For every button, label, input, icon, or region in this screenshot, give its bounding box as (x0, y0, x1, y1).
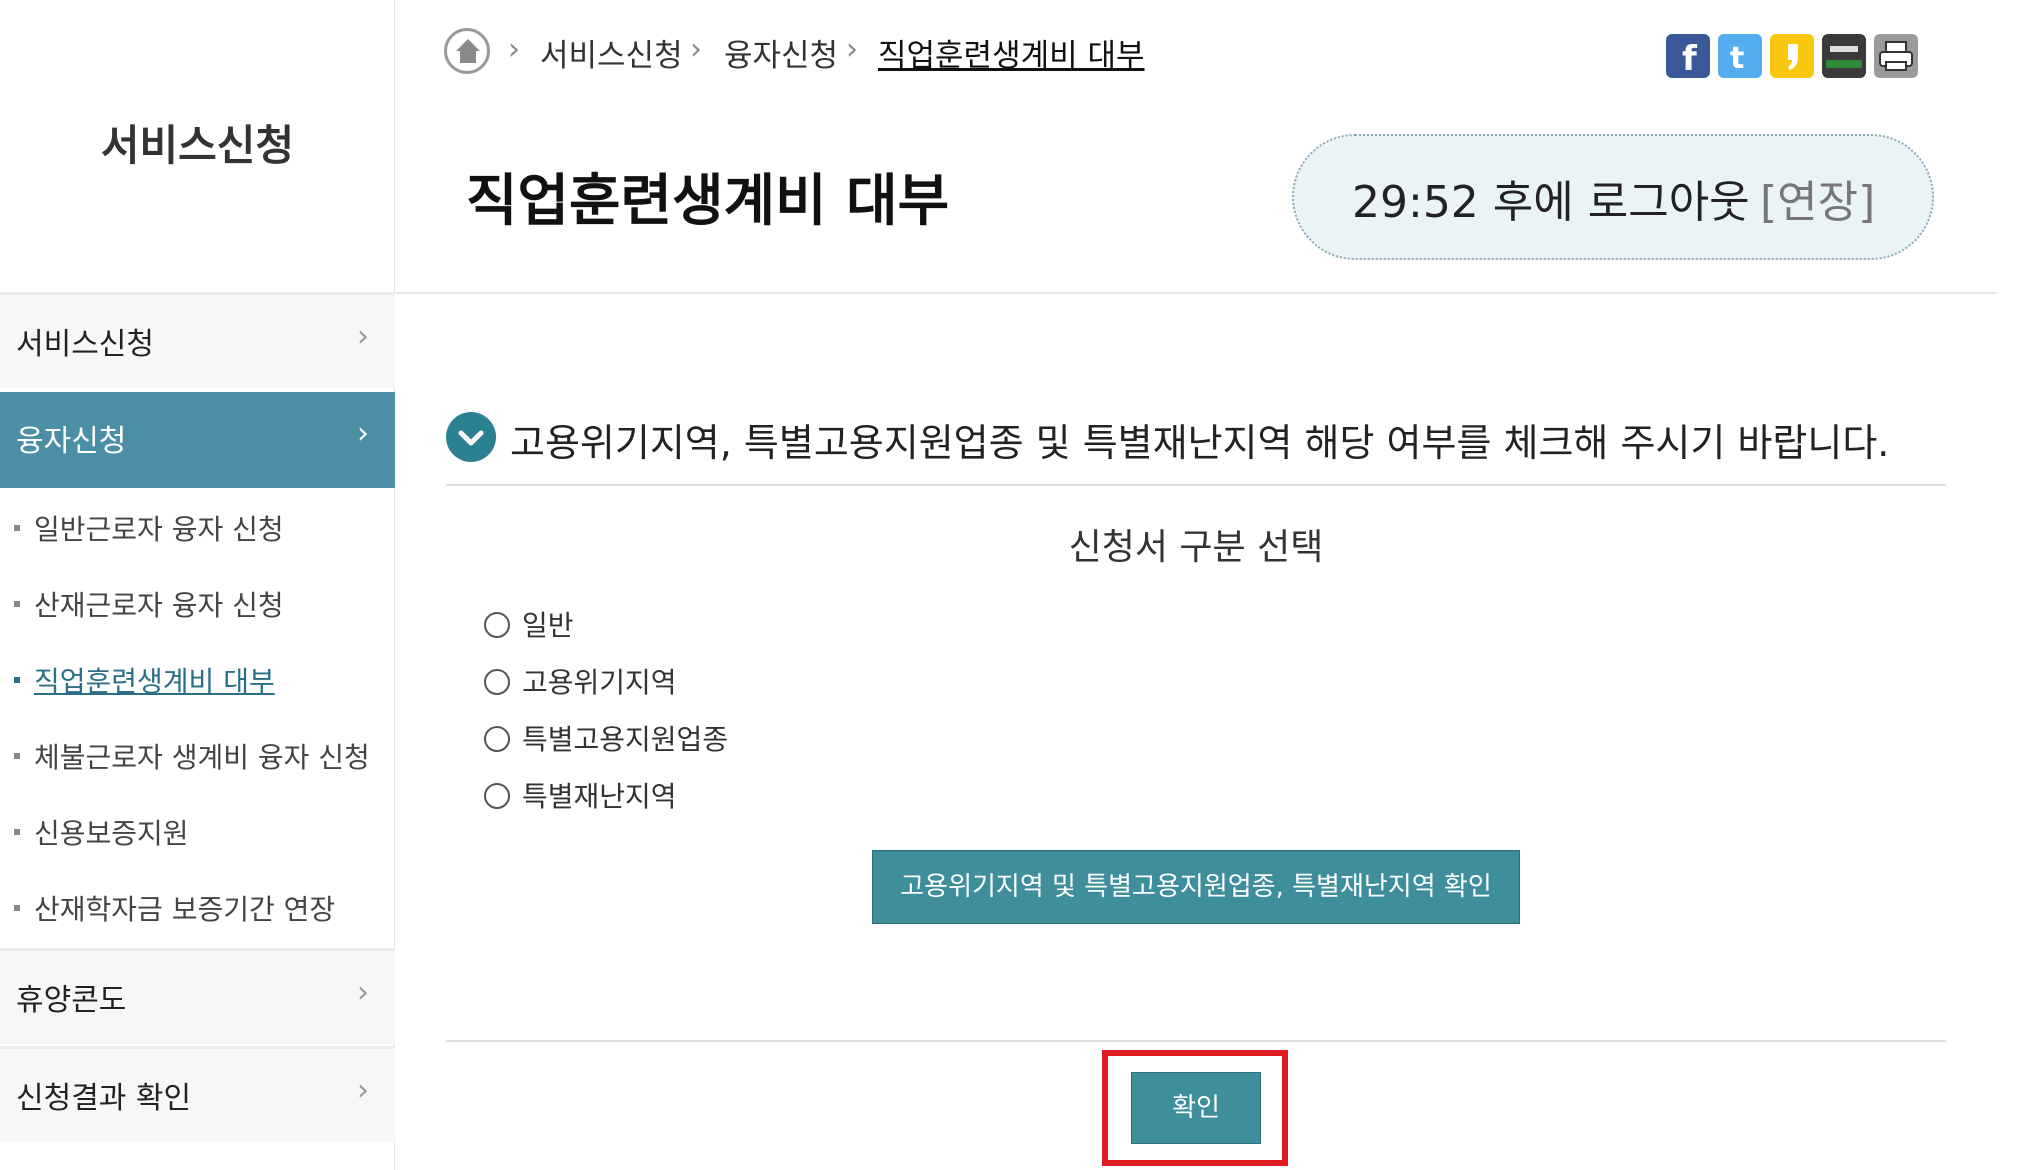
radio-option-special-disaster-area[interactable]: 특별재난지역 (484, 775, 677, 815)
bullet-icon (14, 905, 20, 911)
chevron-right-icon: › (357, 319, 369, 354)
notice-text: 고용위기지역, 특별고용지원업종 및 특별재난지역 해당 여부를 체크해 주시기… (510, 421, 1890, 465)
footer-divider (446, 1040, 1946, 1042)
radio-option-special-employment-industry[interactable]: 특별고용지원업종 (484, 718, 728, 758)
sidebar-item-label: 신청결과 확인 (16, 1081, 192, 1116)
radio-label: 고용위기지역 (522, 666, 677, 699)
radio-circle-icon[interactable] (484, 783, 510, 809)
breadcrumb-current: 직업훈련생계비 대부 (878, 38, 1145, 74)
breadcrumb-separator: › (508, 32, 520, 67)
sidebar-subitem-label: 일반근로자 융자 신청 (34, 513, 284, 546)
sidebar-subitem-tuition-guarantee-extension[interactable]: 산재학자금 보증기간 연장 (14, 888, 335, 928)
sidebar-subitem-label: 산재학자금 보증기간 연장 (34, 893, 336, 926)
bullet-icon (14, 829, 20, 835)
radio-circle-icon[interactable] (484, 669, 510, 695)
confirm-button[interactable]: 확인 (1131, 1072, 1261, 1144)
twitter-icon[interactable]: t (1718, 34, 1762, 78)
radio-option-general[interactable]: 일반 (484, 604, 574, 644)
svg-text:t: t (1730, 41, 1744, 76)
sidebar-item-label: 휴양콘도 (16, 983, 127, 1018)
sidebar-item-loan-application[interactable]: 융자신청 › (0, 392, 395, 488)
radio-circle-icon[interactable] (484, 612, 510, 638)
bullet-icon (14, 753, 20, 759)
sidebar-item-label: 융자신청 (16, 424, 127, 459)
sidebar-item-result-check[interactable]: 신청결과 확인 › (0, 1046, 395, 1142)
breadcrumb-loan-application[interactable]: 융자신청 (724, 30, 838, 75)
sidebar-item-service-application[interactable]: 서비스신청 › (0, 292, 395, 388)
chevron-right-icon: › (357, 416, 369, 451)
sidebar-subitem-label: 직업훈련생계비 대부 (34, 665, 275, 698)
radio-label: 특별고용지원업종 (522, 723, 729, 756)
notice-divider (446, 484, 1946, 486)
facebook-icon[interactable]: f (1666, 34, 1710, 79)
sidebar-subitem-unpaid-worker-loan[interactable]: 체불근로자 생계비 융자 신청 (14, 736, 370, 776)
svg-text:f: f (1682, 39, 1698, 78)
sidebar-item-label: 서비스신청 (16, 327, 154, 362)
sidebar-subitem-label: 신용보증지원 (34, 817, 189, 850)
radio-option-employment-crisis-area[interactable]: 고용위기지역 (484, 661, 677, 701)
radio-label: 일반 (522, 609, 574, 642)
bullet-icon (14, 601, 20, 607)
session-timer-text: 29:52 후에 로그아웃 (1352, 177, 1750, 228)
chevron-right-icon: › (357, 1073, 369, 1108)
page-title: 직업훈련생계비 대부 (466, 169, 950, 234)
sidebar-subitem-label: 체불근로자 생계비 융자 신청 (34, 741, 370, 774)
application-type-title: 신청서 구분 선택 (1068, 527, 1324, 568)
radio-circle-icon[interactable] (484, 726, 510, 752)
print-icon[interactable] (1874, 34, 1918, 78)
sidebar-subitem-label: 산재근로자 융자 신청 (34, 589, 284, 622)
breadcrumb-service-application[interactable]: 서비스신청 (540, 30, 683, 75)
sidebar-subitem-credit-guarantee[interactable]: 신용보증지원 (14, 812, 189, 852)
region-check-button[interactable]: 고용위기지역 및 특별고용지원업종, 특별재난지역 확인 (872, 850, 1520, 924)
bullet-icon (14, 677, 20, 683)
sidebar-title: 서비스신청 (100, 121, 295, 170)
sidebar-subitem-industrial-accident-loan[interactable]: 산재근로자 융자 신청 (14, 584, 284, 624)
breadcrumb-separator: › (690, 32, 702, 67)
sidebar-subitem-vocational-training-loan[interactable]: 직업훈련생계비 대부 (14, 660, 275, 700)
radio-label: 특별재난지역 (522, 780, 677, 813)
sidebar-item-resort-condo[interactable]: 휴양콘도 › (0, 948, 395, 1044)
breadcrumb-separator: › (846, 32, 858, 67)
kakaostory-icon[interactable] (1770, 34, 1814, 78)
header-divider (396, 292, 1996, 294)
session-extend-link[interactable]: [연장] (1760, 166, 1875, 230)
sidebar-subitem-general-worker-loan[interactable]: 일반근로자 융자 신청 (14, 508, 284, 548)
chevron-right-icon: › (357, 975, 369, 1010)
bullet-icon (14, 525, 20, 531)
band-icon[interactable] (1822, 34, 1866, 78)
chevron-down-icon (446, 412, 496, 462)
home-icon[interactable] (444, 28, 490, 74)
